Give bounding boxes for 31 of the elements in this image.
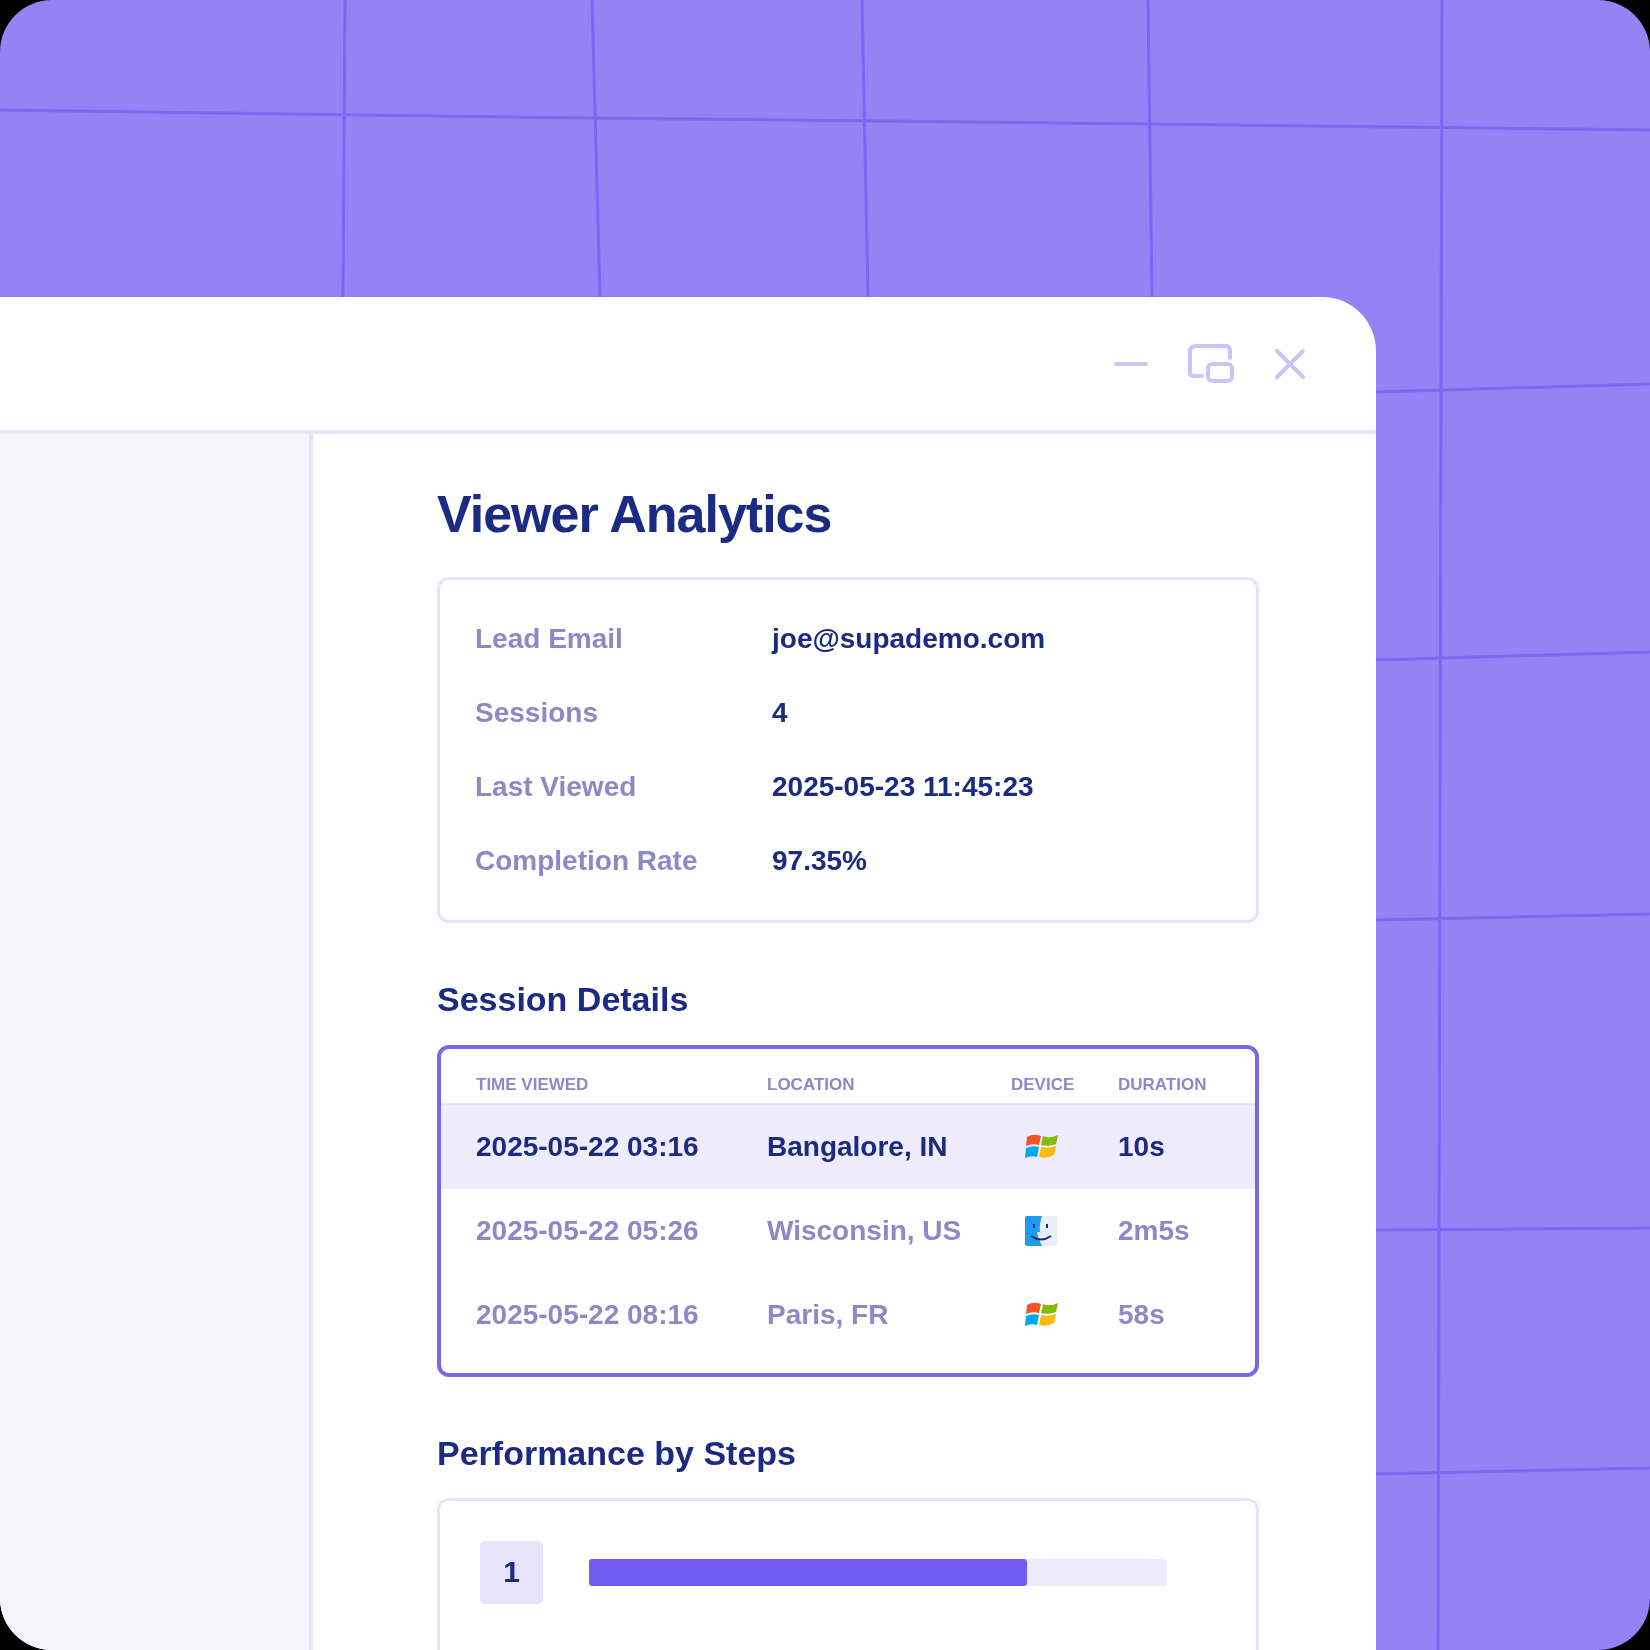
page-title: Viewer Analytics xyxy=(437,486,833,544)
column-header: DEVICE xyxy=(1011,1074,1076,1095)
field-value: 4 xyxy=(772,697,788,730)
section-heading: Session Details xyxy=(437,981,690,1019)
table-row[interactable]: 2025-05-22 03:16 Bangalore, IN 10s xyxy=(441,1104,1255,1189)
field-value: 97.35% xyxy=(772,845,867,878)
step-number: 1 xyxy=(480,1540,543,1604)
restore-icon[interactable] xyxy=(1188,343,1234,384)
table-cell: 10s xyxy=(1118,1130,1165,1163)
table-cell-text: Bangalore, IN xyxy=(767,1130,949,1163)
field-label: Sessions xyxy=(475,697,599,730)
column-header: LOCATION xyxy=(767,1074,856,1095)
close-icon[interactable] xyxy=(1274,347,1306,380)
field-value: 2025-05-23 11:45:23 xyxy=(772,771,1034,804)
table-cell-text: Paris, FR xyxy=(767,1298,890,1331)
section-heading: Performance by Steps xyxy=(437,1434,798,1472)
table-cell: 2m5s xyxy=(1118,1214,1190,1247)
column-header: TIME VIEWED xyxy=(476,1074,590,1095)
table-cell-text: 2025-05-22 08:16 xyxy=(476,1298,700,1331)
table-cell-text: Wisconsin, US xyxy=(767,1214,963,1247)
field-value: joe@supademo.com xyxy=(772,623,1046,656)
column-header: DURATION xyxy=(1118,1074,1207,1095)
field-label: Last Viewed xyxy=(475,771,638,804)
table-row[interactable]: 2025-05-22 05:26 Wisconsin, US 2m5s xyxy=(441,1188,1255,1273)
minimize-icon[interactable] xyxy=(1114,360,1148,367)
table-cell-text: 2025-05-22 05:26 xyxy=(476,1214,700,1247)
field-label: Lead Email xyxy=(475,623,624,656)
field-label: Completion Rate xyxy=(475,845,699,878)
table-cell: 58s xyxy=(1118,1298,1165,1331)
table-row[interactable]: 2025-05-22 08:16 Paris, FR 58s xyxy=(441,1272,1255,1357)
table-cell-text: 2025-05-22 03:16 xyxy=(476,1130,700,1163)
